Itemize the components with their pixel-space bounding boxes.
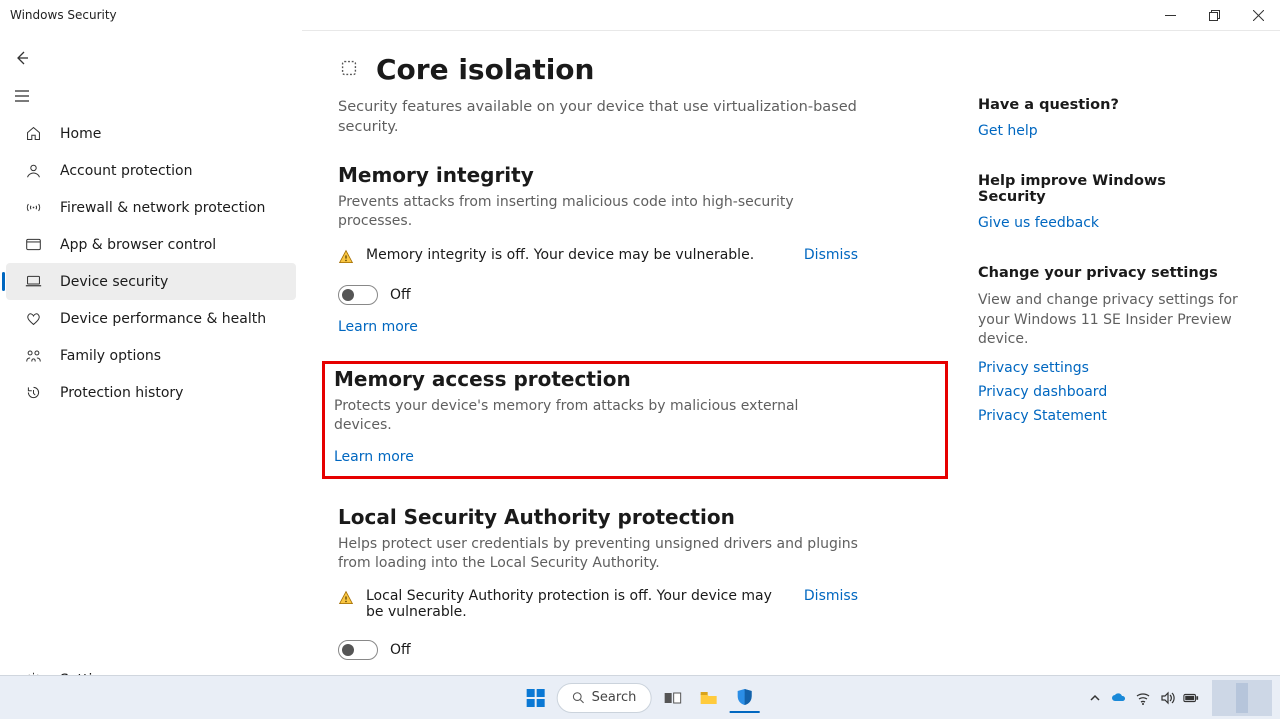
taskbar-search[interactable]: Search	[557, 683, 652, 713]
page-title: Core isolation	[376, 53, 594, 86]
tray-language[interactable]	[1212, 680, 1272, 716]
dismiss-link[interactable]: Dismiss	[804, 588, 858, 604]
laptop-icon	[24, 273, 42, 290]
feedback-link[interactable]: Give us feedback	[978, 215, 1238, 231]
sidebar-item-label: Firewall & network protection	[60, 200, 265, 216]
close-button[interactable]	[1236, 0, 1280, 30]
warning-text: Memory integrity is off. Your device may…	[366, 247, 792, 263]
aside-privacy-title: Change your privacy settings	[978, 265, 1238, 281]
sidebar-item-history[interactable]: Protection history	[6, 374, 296, 411]
learn-more-link[interactable]: Learn more	[338, 319, 938, 335]
window-title: Windows Security	[10, 8, 117, 22]
page-subtitle: Security features available on your devi…	[338, 98, 858, 137]
aside: Have a question? Get help Help improve W…	[978, 53, 1238, 675]
section-title: Memory access protection	[334, 367, 936, 391]
aside-improve-title: Help improve Windows Security	[978, 173, 1238, 205]
minimize-button[interactable]	[1148, 0, 1192, 30]
section-memory-access: Memory access protection Protects your d…	[322, 361, 948, 479]
user-icon	[24, 162, 42, 179]
sidebar-item-label: Device security	[60, 274, 168, 290]
tray-chevron-icon[interactable]	[1086, 689, 1104, 707]
section-subtitle: Prevents attacks from inserting maliciou…	[338, 193, 858, 231]
antenna-icon	[24, 199, 42, 216]
warning-icon	[338, 590, 354, 606]
section-lsa: Local Security Authority protection Help…	[338, 505, 938, 675]
taskbar: Search	[0, 675, 1280, 719]
titlebar: Windows Security	[0, 0, 1280, 30]
onedrive-icon[interactable]	[1110, 689, 1128, 707]
menu-button[interactable]	[2, 77, 42, 115]
explorer-button[interactable]	[693, 683, 723, 713]
sidebar-item-label: App & browser control	[60, 237, 216, 253]
warning-icon	[338, 249, 354, 265]
lsa-toggle[interactable]	[338, 640, 378, 660]
dismiss-link[interactable]: Dismiss	[804, 247, 858, 263]
section-subtitle: Protects your device's memory from attac…	[334, 397, 854, 435]
learn-more-link[interactable]: Learn more	[334, 449, 936, 465]
wifi-icon[interactable]	[1134, 689, 1152, 707]
core-isolation-icon	[338, 57, 360, 83]
sidebar-item-app-browser[interactable]: App & browser control	[6, 226, 296, 263]
sidebar-item-label: Protection history	[60, 385, 183, 401]
security-button[interactable]	[729, 683, 759, 713]
battery-icon[interactable]	[1182, 689, 1200, 707]
heart-icon	[24, 310, 42, 327]
privacy-statement-link[interactable]: Privacy Statement	[978, 408, 1238, 424]
toggle-state-label: Off	[390, 642, 411, 658]
sidebar-item-performance[interactable]: Device performance & health	[6, 300, 296, 337]
home-icon	[24, 125, 42, 142]
taskview-button[interactable]	[657, 683, 687, 713]
search-icon	[572, 691, 586, 705]
sidebar-item-device-security[interactable]: Device security	[6, 263, 296, 300]
main-content: Core isolation Security features availab…	[338, 53, 938, 675]
sidebar-item-label: Home	[60, 126, 101, 142]
memory-integrity-toggle[interactable]	[338, 285, 378, 305]
sidebar-item-family[interactable]: Family options	[6, 337, 296, 374]
sidebar: Home Account protection Firewall & netwo…	[0, 31, 302, 675]
history-icon	[24, 384, 42, 401]
taskbar-search-label: Search	[592, 690, 637, 705]
sidebar-item-label: Family options	[60, 348, 161, 364]
sidebar-item-account[interactable]: Account protection	[6, 152, 296, 189]
privacy-settings-link[interactable]: Privacy settings	[978, 360, 1238, 376]
sidebar-item-home[interactable]: Home	[6, 115, 296, 152]
aside-question-title: Have a question?	[978, 97, 1238, 113]
section-subtitle: Helps protect user credentials by preven…	[338, 535, 858, 573]
sidebar-item-label: Device performance & health	[60, 311, 266, 327]
sidebar-item-firewall[interactable]: Firewall & network protection	[6, 189, 296, 226]
section-title: Local Security Authority protection	[338, 505, 938, 529]
section-title: Memory integrity	[338, 163, 938, 187]
app-icon	[24, 236, 42, 253]
sidebar-item-label: Account protection	[60, 163, 193, 179]
warning-text: Local Security Authority protection is o…	[366, 588, 792, 620]
get-help-link[interactable]: Get help	[978, 123, 1238, 139]
family-icon	[24, 347, 42, 364]
section-memory-integrity: Memory integrity Prevents attacks from i…	[338, 163, 938, 335]
start-button[interactable]	[521, 683, 551, 713]
back-button[interactable]	[2, 39, 42, 77]
toggle-state-label: Off	[390, 287, 411, 303]
aside-privacy-body: View and change privacy settings for you…	[978, 291, 1238, 350]
privacy-dashboard-link[interactable]: Privacy dashboard	[978, 384, 1238, 400]
maximize-button[interactable]	[1192, 0, 1236, 30]
volume-icon[interactable]	[1158, 689, 1176, 707]
